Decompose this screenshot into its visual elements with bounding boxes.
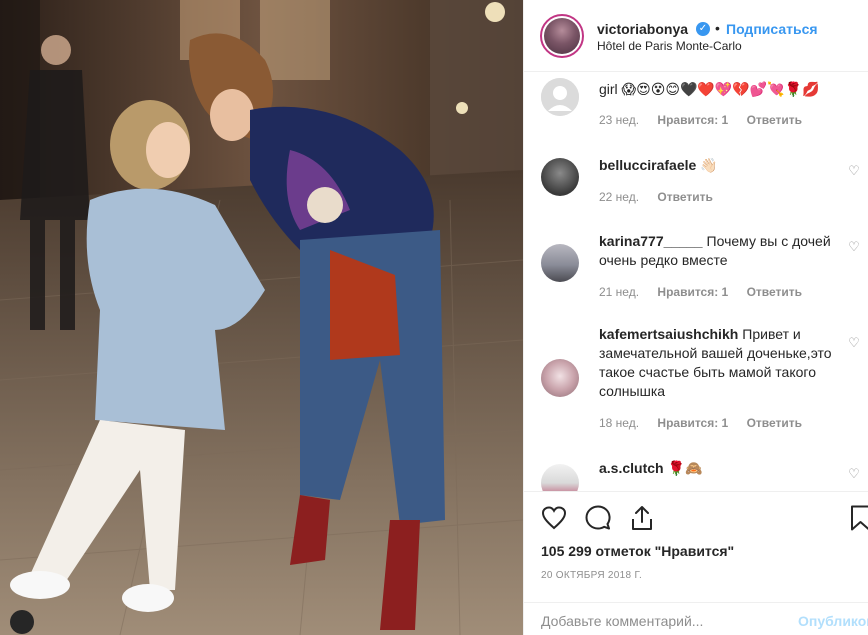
post-date[interactable]: 20 ОКТЯБРЯ 2018 Г.: [541, 570, 642, 581]
comment-meta: 22 нед. Ответить: [599, 190, 728, 204]
comment-avatar[interactable]: [541, 244, 579, 282]
post-location[interactable]: Hôtel de Paris Monte-Carlo: [597, 39, 742, 53]
comment-avatar[interactable]: [541, 464, 579, 491]
comment-icon[interactable]: [584, 504, 612, 532]
comment-username[interactable]: karina777_____: [599, 233, 703, 249]
author-username[interactable]: victoriabonya: [597, 21, 688, 37]
post-actions: 105 299 отметок "Нравится" 20 ОКТЯБРЯ 20…: [524, 491, 868, 635]
comment-age[interactable]: 22 нед.: [599, 190, 639, 204]
comment-likes[interactable]: Нравится: 1: [657, 416, 728, 430]
share-icon[interactable]: [628, 504, 656, 532]
heart-icon[interactable]: [540, 504, 568, 532]
comment-age[interactable]: 23 нед.: [599, 113, 639, 127]
post-side-panel: victoriabonya ✓ • Подписаться Hôtel de P…: [523, 0, 868, 635]
comment-username[interactable]: belluccirafaele: [599, 157, 696, 173]
comment-avatar[interactable]: [541, 359, 579, 397]
reply-button[interactable]: Ответить: [747, 285, 802, 299]
verified-badge-icon: ✓: [696, 22, 710, 36]
comment-text: kafemertsaiushchikh Привет и замечательно…: [599, 325, 839, 401]
comment-avatar[interactable]: [541, 78, 579, 116]
comment-text: a.s.clutch 🌹🙈: [599, 459, 839, 478]
comments-list[interactable]: girl 😱😍😵😊🖤❤️💖💔💕💘🌹💋 23 нед. Нравится: 1 О…: [524, 72, 868, 491]
comment-body: 🌹🙈: [667, 460, 703, 476]
comment-input[interactable]: [541, 611, 761, 631]
comment-like-heart-icon[interactable]: ♡: [847, 164, 861, 178]
comment-age[interactable]: 21 нед.: [599, 285, 639, 299]
comment-age[interactable]: 18 нед.: [599, 416, 639, 430]
photo-illustration: [0, 0, 523, 635]
header-separator: •: [715, 20, 720, 36]
add-comment-bar: Опубликовать: [524, 602, 868, 635]
reply-button[interactable]: Ответить: [747, 416, 802, 430]
comment-meta: 23 нед. Нравится: 1 Ответить: [599, 113, 817, 127]
comment-text: karina777_____ Почему вы с дочей очень ре…: [599, 232, 839, 270]
comment-like-heart-icon[interactable]: ♡: [847, 467, 861, 481]
comment-body: 👋🏻: [700, 157, 718, 173]
comment-likes[interactable]: Нравится: 1: [657, 113, 728, 127]
comment-body: girl 😱😍😵😊🖤❤️💖💔💕💘🌹💋: [599, 81, 820, 97]
comment-meta: 21 нед. Нравится: 1 Ответить: [599, 285, 817, 299]
comment-username[interactable]: a.s.clutch: [599, 460, 664, 476]
comment-text: girl 😱😍😵😊🖤❤️💖💔💕💘🌹💋: [599, 80, 839, 99]
publish-button[interactable]: Опубликовать: [798, 613, 868, 629]
comment-avatar[interactable]: [541, 158, 579, 196]
comment-like-heart-icon[interactable]: ♡: [847, 336, 861, 350]
reply-button[interactable]: Ответить: [657, 190, 712, 204]
comment-meta: 18 нед. Нравится: 1 Ответить: [599, 416, 817, 430]
comment-text: belluccirafaele 👋🏻: [599, 156, 839, 175]
likes-count[interactable]: 105 299 отметок "Нравится": [541, 543, 734, 559]
author-avatar[interactable]: [540, 14, 584, 58]
post-header: victoriabonya ✓ • Подписаться Hôtel de P…: [524, 0, 868, 72]
comment-likes[interactable]: Нравится: 1: [657, 285, 728, 299]
comment-like-heart-icon[interactable]: ♡: [847, 240, 861, 254]
post-photo[interactable]: [0, 0, 523, 635]
instagram-post-modal: victoriabonya ✓ • Подписаться Hôtel de P…: [0, 0, 868, 635]
bookmark-icon[interactable]: [848, 504, 868, 532]
follow-button[interactable]: Подписаться: [726, 21, 818, 37]
comment-username[interactable]: kafemertsaiushchikh: [599, 326, 738, 342]
reply-button[interactable]: Ответить: [747, 113, 802, 127]
